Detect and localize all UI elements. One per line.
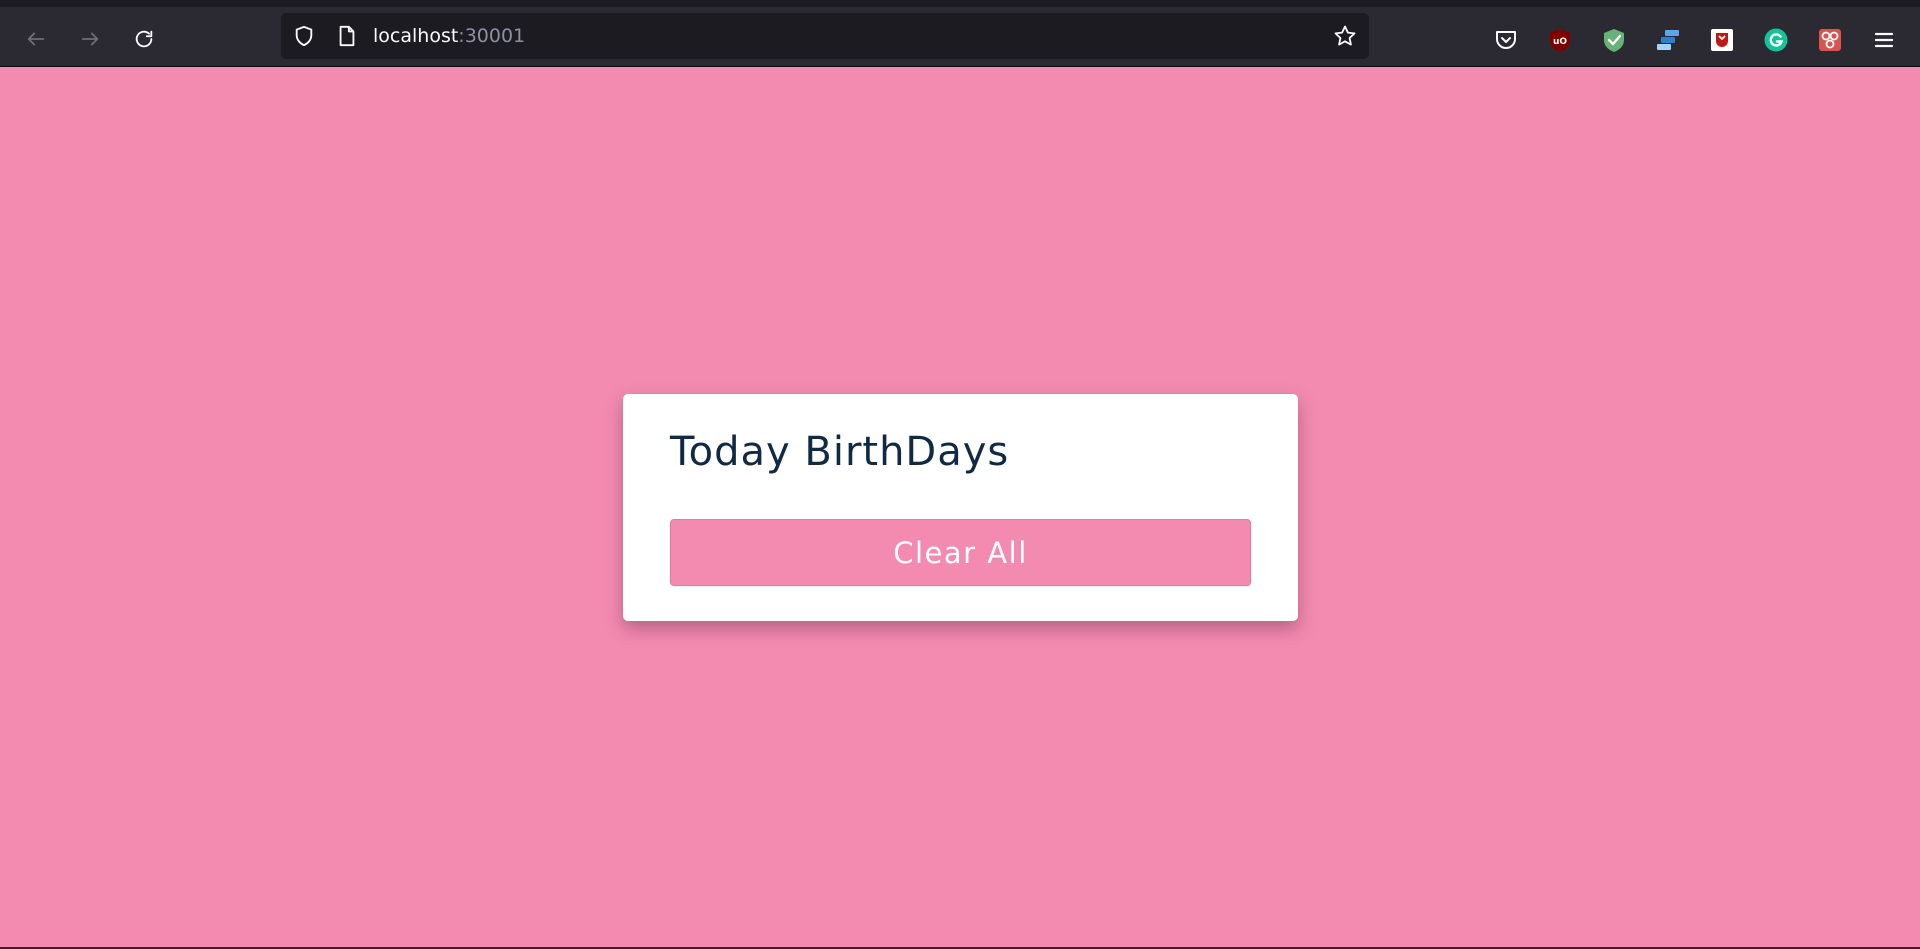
url-host: localhost [373,25,459,47]
reload-button[interactable] [126,21,162,57]
star-icon[interactable] [1333,24,1357,48]
reload-icon [135,30,153,48]
menu-icon [1874,32,1894,48]
arrow-right-icon [81,32,99,46]
adguard-icon [1604,29,1624,52]
browser-toolbar: localhost:30001 uO [0,0,1920,67]
clear-all-button[interactable]: Clear All [670,519,1251,586]
mcafee-icon [1711,29,1733,51]
grammarly-button[interactable] [1763,27,1789,53]
extension-button[interactable] [1817,27,1843,53]
svg-text:uO: uO [1553,37,1567,47]
pocket-icon [1496,31,1516,49]
shield-icon[interactable] [293,25,315,47]
birthday-card: Today BirthDays Clear All [623,394,1298,621]
url-text[interactable]: localhost:30001 [373,25,525,47]
address-bar[interactable]: localhost:30001 [281,13,1369,59]
stack-button[interactable] [1655,27,1681,53]
page-icon[interactable] [337,25,357,47]
menu-button[interactable] [1871,27,1897,53]
grammarly-icon [1764,28,1788,52]
stack-icon [1657,30,1679,50]
back-button[interactable] [18,21,54,57]
arrow-left-icon [27,32,45,46]
pocket-button[interactable] [1493,27,1519,53]
ublock-origin-icon: uO [1550,29,1570,52]
adguard-button[interactable] [1601,27,1627,53]
card-title: Today BirthDays [670,429,1010,475]
extension-puzzle-icon [1819,29,1841,51]
forward-button[interactable] [72,21,108,57]
url-port: :30001 [458,25,526,47]
ublock-origin-button[interactable]: uO [1547,27,1573,53]
mcafee-button[interactable] [1709,27,1735,53]
